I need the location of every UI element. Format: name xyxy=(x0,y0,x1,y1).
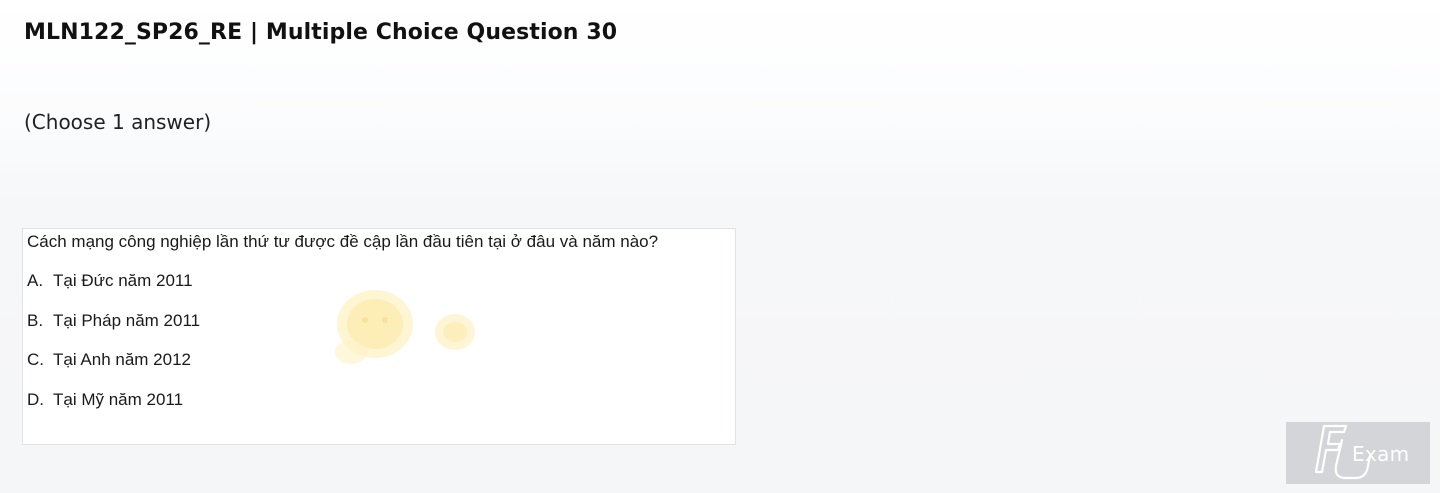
page-title: MLN122_SP26_RE | Multiple Choice Questio… xyxy=(24,20,618,45)
option-text: Tại Pháp năm 2011 xyxy=(53,311,201,330)
option-text: Tại Mỹ năm 2011 xyxy=(53,390,184,409)
option-d[interactable]: D. Tại Mỹ năm 2011 xyxy=(27,390,183,410)
answer-instruction: (Choose 1 answer) xyxy=(24,110,212,134)
option-letter: D. xyxy=(27,390,44,409)
option-letter: C. xyxy=(27,350,44,369)
emoji-watermark-icon xyxy=(335,290,475,364)
logo-text: Exam xyxy=(1352,442,1410,466)
option-letter: B. xyxy=(27,311,44,330)
option-text: Tại Anh năm 2012 xyxy=(53,350,191,369)
option-text: Tại Đức năm 2011 xyxy=(53,271,193,290)
option-b[interactable]: B. Tại Pháp năm 2011 xyxy=(27,311,200,331)
fu-exam-logo: Exam xyxy=(1286,422,1430,484)
option-c[interactable]: C. Tại Anh năm 2012 xyxy=(27,350,191,370)
option-a[interactable]: A. Tại Đức năm 2011 xyxy=(27,271,193,291)
question-text: Cách mạng công nghiệp lần thứ tư được đề… xyxy=(27,232,659,251)
question-card: Cách mạng công nghiệp lần thứ tư được đề… xyxy=(22,228,736,445)
option-letter: A. xyxy=(27,271,44,290)
